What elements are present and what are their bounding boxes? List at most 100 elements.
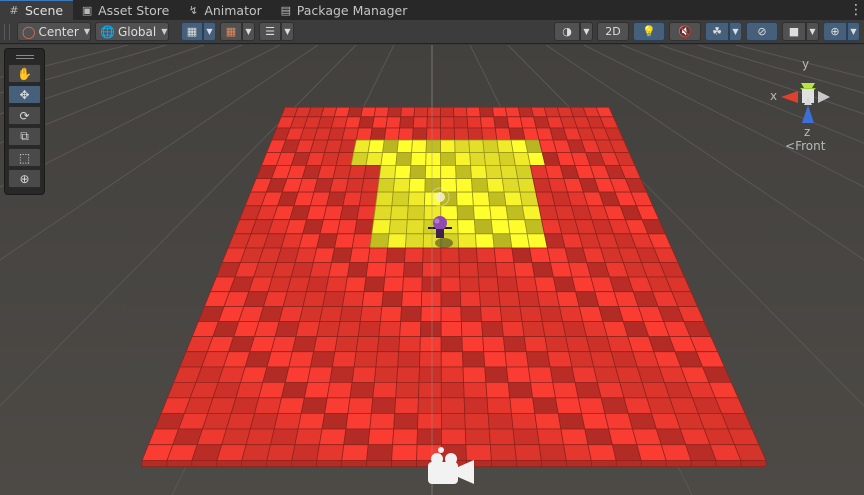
floor-tile: [507, 381, 534, 399]
rotate-icon: ⟳: [19, 108, 30, 123]
lightbulb-icon: 💡: [642, 25, 656, 38]
floor-tile: [474, 233, 495, 249]
transform-tool-button[interactable]: ⊕: [8, 169, 41, 188]
audio-toggle-button[interactable]: 🔇: [669, 22, 701, 41]
effects-dropdown[interactable]: ▼: [729, 22, 742, 41]
pivot-dropdown[interactable]: ◯ Center ▼: [17, 22, 91, 41]
hand-tool-button[interactable]: ✋: [8, 64, 41, 83]
scene-viewport[interactable]: y x z <Front: [0, 45, 864, 495]
gizmos-button[interactable]: ⊕: [823, 22, 847, 41]
floor-tile-edge: [216, 460, 243, 467]
floor-tile: [495, 262, 517, 278]
camera-settings-button[interactable]: ■: [782, 22, 806, 41]
floor-tile: [341, 444, 369, 462]
floor-tile: [496, 276, 519, 293]
move-tool-button[interactable]: ✥: [8, 85, 41, 104]
more-options-icon[interactable]: ⋮: [848, 0, 864, 20]
effects-toggle-button[interactable]: ☘: [705, 22, 729, 41]
camera-icon: ■: [788, 25, 800, 38]
floor-tile: [611, 444, 642, 462]
grid-snap-button[interactable]: ▦: [181, 22, 203, 41]
effects-icon: ☘: [712, 25, 722, 38]
floor-tile: [258, 381, 286, 399]
align-dropdown[interactable]: ▼: [281, 22, 294, 41]
floor-tile: [373, 366, 399, 383]
gizmos-dropdown[interactable]: ▼: [847, 22, 860, 41]
shading-mode-button[interactable]: ◑: [554, 22, 580, 41]
tab-package-manager[interactable]: ▤ Package Manager: [272, 0, 418, 20]
floor-tile: [440, 336, 463, 353]
floor-tile: [305, 276, 330, 293]
floor-tile: [347, 397, 374, 414]
floor-tile: [440, 321, 463, 338]
toolbar-grip[interactable]: [4, 23, 10, 40]
globe-icon: 🌐: [100, 24, 115, 39]
pivot-label: Center: [38, 24, 79, 39]
floor-tile: [462, 366, 487, 383]
floor-tile: [587, 444, 617, 462]
floor-tile: [417, 397, 442, 414]
2d-toggle-button[interactable]: 2D: [597, 22, 629, 41]
floor-tile: [547, 351, 573, 368]
lighting-toggle-button[interactable]: 💡: [633, 22, 665, 41]
floor-tile: [577, 397, 606, 414]
floor-tile: [295, 321, 321, 338]
floor-tile: [534, 276, 557, 293]
floor-tile: [472, 205, 492, 221]
rect-tool-button[interactable]: ⬚: [8, 148, 41, 167]
tab-animator[interactable]: ↯ Animator: [179, 0, 271, 20]
floor-tile: [525, 351, 551, 368]
shading-mode-dropdown[interactable]: ▼: [580, 22, 593, 41]
scene-canvas[interactable]: [0, 45, 864, 495]
floor-tile: [367, 247, 389, 263]
floor-tile: [298, 306, 324, 323]
floor-tile: [493, 116, 510, 129]
floor-tile: [458, 262, 479, 278]
gizmo-icon: ⊕: [830, 25, 840, 38]
floor-tile: [536, 428, 565, 446]
scale-tool-button[interactable]: ⧉: [8, 127, 41, 146]
gizmo-view-label[interactable]: <Front: [785, 139, 825, 153]
floor-tile: [405, 219, 425, 235]
floor-tile: [519, 306, 543, 323]
hand-icon: ✋: [17, 66, 32, 81]
floor-tile: [390, 205, 409, 221]
floor-tile: [270, 336, 297, 353]
floor-tile: [420, 306, 442, 323]
rotate-tool-button[interactable]: ⟳: [8, 106, 41, 125]
floor-tile: [398, 336, 421, 353]
scene-visibility-button[interactable]: ⊘: [746, 22, 778, 41]
editor-tab-bar: # Scene ▣ Asset Store ↯ Animator ▤ Packa…: [0, 0, 864, 20]
floor-tile: [473, 219, 494, 235]
floor-tile: [440, 152, 457, 166]
floor-tile: [339, 306, 363, 323]
floor-tile: [342, 191, 362, 207]
floor-tile: [336, 219, 358, 235]
floor-tile: [350, 152, 369, 166]
floor-tile: [544, 336, 570, 353]
floor-tile: [331, 351, 357, 368]
floor-tile: [440, 178, 458, 193]
floor-tile: [524, 219, 545, 235]
floor-tile: [521, 321, 546, 338]
tab-scene[interactable]: # Scene: [0, 0, 74, 20]
floor-tile-edge: [341, 460, 367, 467]
floor-tile: [387, 233, 407, 249]
floor-tile: [319, 219, 341, 235]
align-button[interactable]: ☰: [259, 22, 281, 41]
floor-tile: [378, 165, 397, 180]
floor-tile: [361, 178, 380, 193]
space-dropdown[interactable]: 🌐 Global ▼: [95, 22, 169, 41]
increment-snap-button[interactable]: ▦: [220, 22, 242, 41]
tab-asset-store[interactable]: ▣ Asset Store: [73, 0, 179, 20]
floor-tile: [482, 139, 500, 153]
chevron-down-icon: ▼: [732, 27, 739, 36]
grid-snap-dropdown[interactable]: ▼: [203, 22, 216, 41]
floor-tile: [456, 205, 475, 221]
increment-snap-dropdown[interactable]: ▼: [242, 22, 255, 41]
floor-tile: [426, 127, 442, 141]
floor-tile: [230, 397, 260, 414]
floor-tile: [380, 152, 398, 166]
palette-drag-handle[interactable]: [8, 52, 41, 62]
camera-settings-dropdown[interactable]: ▼: [806, 22, 819, 41]
